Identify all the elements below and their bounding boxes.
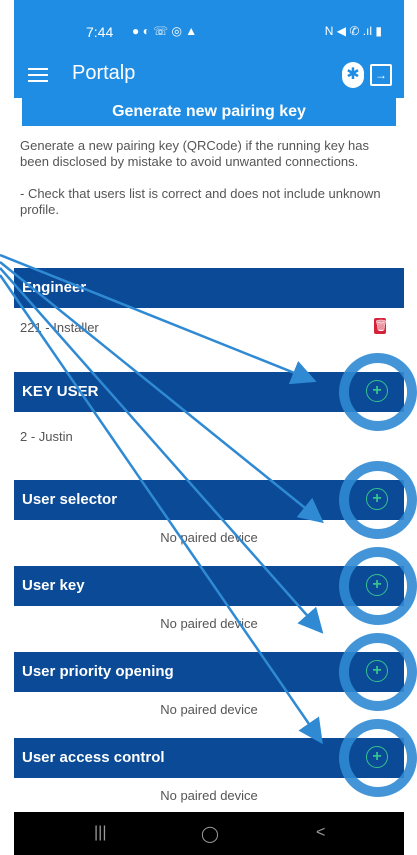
home-icon[interactable]: ◯ <box>201 824 219 844</box>
status-left-icons: ● ◐ ☏ ◎ ▲ <box>132 24 198 38</box>
section-header-user-selector: User selector + <box>14 480 404 520</box>
add-user-button[interactable]: + <box>366 746 388 768</box>
logout-icon[interactable]: → <box>370 64 392 86</box>
app-title: Portalp <box>72 62 136 84</box>
add-user-button[interactable]: + <box>366 574 388 596</box>
list-item: No paired device <box>160 788 258 803</box>
section-title: User priority opening <box>22 663 174 680</box>
section-header-user-access-control: User access control + <box>14 738 404 778</box>
add-user-button[interactable]: + <box>366 660 388 682</box>
list-item: 2 - Justin <box>20 429 73 444</box>
section-header-user-key: User key + <box>14 566 404 606</box>
status-right-icons: N ◀ ✆ .ıl ▮ <box>324 24 382 38</box>
recent-apps-icon[interactable]: ||| <box>94 824 106 842</box>
add-user-button[interactable]: + <box>366 488 388 510</box>
section-header-key-user: KEY USER + <box>14 372 404 412</box>
section-title: User access control <box>22 749 165 766</box>
list-item: No paired device <box>160 616 258 631</box>
list-item: No paired device <box>160 530 258 545</box>
add-user-button[interactable]: + <box>366 380 388 402</box>
app-frame: 7:44 ● ◐ ☏ ◎ ▲ N ◀ ✆ .ıl ▮ Portalp ✱ → G… <box>14 0 404 855</box>
status-bar: 7:44 ● ◐ ☏ ◎ ▲ N ◀ ✆ .ıl ▮ <box>14 0 404 52</box>
hamburger-icon[interactable] <box>28 64 48 84</box>
section-title: Engineer <box>22 279 87 296</box>
info-panel: Generate a new pairing key (QRCode) if t… <box>20 138 390 234</box>
generate-pairing-key-button[interactable]: Generate new pairing key <box>22 98 396 126</box>
bluetooth-icon[interactable]: ✱ <box>342 62 364 88</box>
list-item: No paired device <box>160 702 258 717</box>
section-title: User key <box>22 577 85 594</box>
section-title: User selector <box>22 491 118 508</box>
info-paragraph-1: Generate a new pairing key (QRCode) if t… <box>20 138 370 169</box>
section-title: KEY USER <box>22 383 99 400</box>
section-header-user-priority-opening: User priority opening + <box>14 652 404 692</box>
trash-icon[interactable]: 🗑 <box>374 318 388 334</box>
system-nav-bar: ||| ◯ < <box>14 812 404 855</box>
back-icon[interactable]: < <box>316 824 325 842</box>
section-header-engineer: Engineer <box>14 268 404 308</box>
info-paragraph-2: - Check that users list is correct and d… <box>20 186 381 217</box>
list-item: 221 - Installer <box>20 320 99 335</box>
app-bar: Portalp ✱ → <box>14 52 404 98</box>
status-time: 7:44 <box>86 24 114 40</box>
